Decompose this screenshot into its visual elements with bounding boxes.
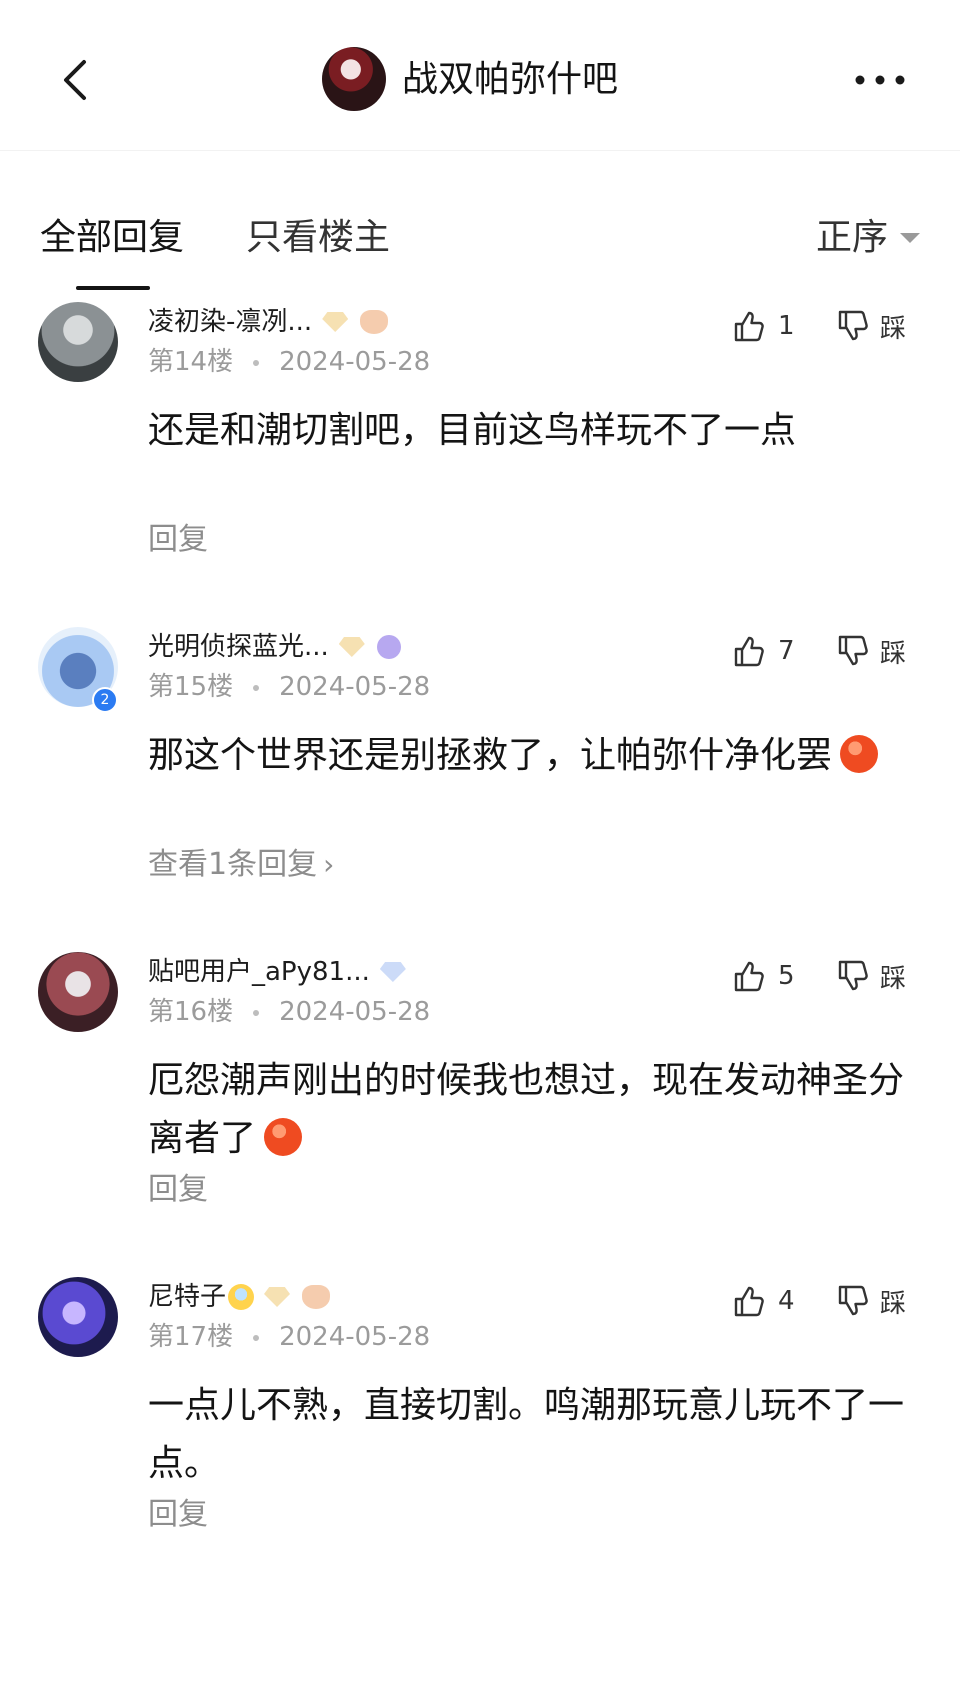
view-replies-label: 查看1条回复 (148, 847, 318, 882)
reply-button[interactable]: 回复 (148, 1170, 208, 1210)
separator-dot (253, 1334, 260, 1341)
comment-meta: 第14楼 2024-05-28 (148, 344, 430, 380)
avatar[interactable] (38, 952, 118, 1032)
thumbs-down-icon (838, 635, 868, 666)
forum-avatar[interactable] (322, 47, 386, 111)
tab-all-replies[interactable]: 全部回复 (40, 216, 184, 260)
level-gem-icon (322, 312, 349, 332)
floor-number: 第14楼 (148, 347, 234, 377)
thumbs-up-icon (734, 636, 764, 667)
like-count: 7 (778, 636, 795, 666)
username-row: 光明侦探蓝光... (148, 627, 401, 667)
comment-content: 厄怨潮声刚出的时候我也想过，现在发动神圣分离者了 (148, 1052, 908, 1168)
dislike-button[interactable]: 踩 (834, 956, 906, 996)
post-date: 2024-05-28 (279, 672, 431, 702)
floor-number: 第16楼 (148, 997, 234, 1027)
back-arrow-icon[interactable] (50, 52, 106, 108)
angry-emoji-icon (264, 1118, 303, 1156)
username-row: 尼特子 (148, 1277, 331, 1317)
username-row: 贴吧用户_aPy81... (148, 952, 406, 992)
comment-content: 一点儿不熟，直接切割。鸣潮那玩意儿玩不了一点。 (148, 1385, 905, 1484)
username[interactable]: 凌初染-凛冽... (148, 302, 312, 342)
username[interactable]: 尼特子 (148, 1277, 226, 1317)
like-count: 1 (778, 311, 795, 341)
like-count: 4 (778, 1286, 795, 1316)
avatar[interactable] (38, 1277, 118, 1357)
avatar-level-badge: 2 (92, 687, 118, 713)
comment-meta: 第17楼 2024-05-28 (148, 1319, 430, 1355)
sort-label: 正序 (815, 217, 888, 258)
username[interactable]: 光明侦探蓝光... (148, 627, 329, 667)
hands-badge-icon (360, 310, 389, 334)
comment-text: 那这个世界还是别拯救了，让帕弥什净化罢 (148, 735, 833, 776)
dislike-button[interactable]: 踩 (834, 631, 906, 671)
floor-number: 第17楼 (148, 1322, 234, 1352)
separator-dot (253, 684, 260, 691)
like-button[interactable]: 4 (730, 1281, 795, 1321)
caret-down-icon (900, 233, 920, 243)
username[interactable]: 贴吧用户_aPy81... (148, 952, 370, 992)
post-date: 2024-05-28 (279, 1322, 431, 1352)
tab-op-only[interactable]: 只看楼主 (246, 216, 390, 260)
thumbs-down-icon (838, 1285, 868, 1316)
hands-badge-icon (302, 1285, 331, 1309)
level-gem-icon (379, 962, 406, 982)
comment-meta: 第15楼 2024-05-28 (148, 669, 430, 705)
dislike-label: 踩 (880, 1288, 907, 1319)
comment-meta: 第16楼 2024-05-28 (148, 994, 430, 1030)
like-button[interactable]: 5 (730, 956, 795, 996)
dislike-label: 踩 (880, 313, 907, 344)
avatar[interactable] (38, 302, 118, 382)
dislike-label: 踩 (880, 963, 907, 994)
username-row: 凌初染-凛冽... (148, 302, 389, 342)
sort-order-button[interactable]: 正序 (816, 216, 920, 260)
thumbs-down-icon (838, 960, 868, 991)
post-date: 2024-05-28 (279, 997, 431, 1027)
thumbs-down-icon (838, 310, 868, 341)
like-button[interactable]: 7 (730, 631, 795, 671)
separator-dot (253, 359, 260, 366)
comment-content: 还是和潮切割吧，目前这鸟样玩不了一点 (148, 410, 797, 451)
level-gem-icon (264, 1287, 291, 1307)
level-gem-icon (338, 637, 365, 657)
reply-button[interactable]: 回复 (148, 1495, 208, 1535)
dislike-label: 踩 (880, 638, 907, 669)
like-count: 5 (778, 961, 795, 991)
screaming-emoji-icon (228, 1284, 255, 1310)
like-button[interactable]: 1 (730, 306, 795, 346)
chevron-right-icon: › (323, 848, 335, 881)
thumbs-up-icon (734, 961, 764, 992)
more-dots-icon[interactable] (852, 62, 908, 98)
angry-emoji-icon (840, 735, 879, 773)
comment-text: 厄怨潮声刚出的时候我也想过，现在发动神圣分离者了 (148, 1060, 905, 1159)
thumbs-up-icon (734, 1286, 764, 1317)
reply-tabs: 全部回复 只看楼主 正序 (0, 200, 960, 290)
floor-number: 第15楼 (148, 672, 234, 702)
post-date: 2024-05-28 (279, 347, 431, 377)
shield-badge-icon (376, 635, 401, 659)
thumbs-up-icon (734, 311, 764, 342)
comment-content: 那这个世界还是别拯救了，让帕弥什净化罢 (148, 727, 908, 785)
dislike-button[interactable]: 踩 (834, 306, 906, 346)
top-navigation-bar: 战双帕弥什吧 (0, 0, 960, 151)
dislike-button[interactable]: 踩 (834, 1281, 906, 1321)
active-tab-indicator (76, 286, 150, 290)
separator-dot (253, 1009, 260, 1016)
reply-button[interactable]: 回复 (148, 520, 208, 560)
forum-title[interactable]: 战双帕弥什吧 (402, 58, 618, 102)
view-replies-button[interactable]: 查看1条回复 › (148, 845, 334, 885)
